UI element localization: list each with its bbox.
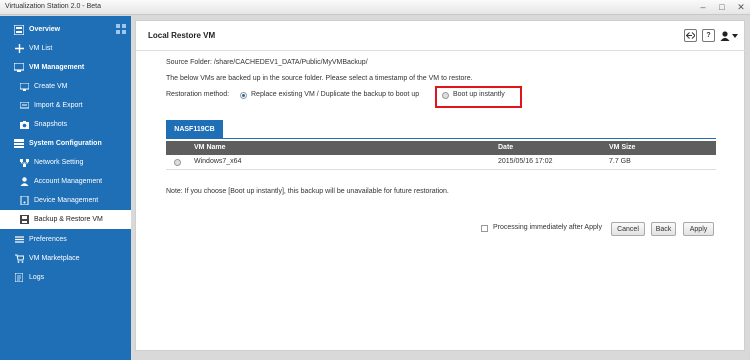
plus-icon bbox=[13, 43, 25, 55]
tab-underline bbox=[166, 138, 716, 139]
sidebar-item-network-setting[interactable]: Network Setting bbox=[0, 153, 131, 172]
close-button[interactable]: ✕ bbox=[736, 1, 746, 13]
sidebar-item-label: Logs bbox=[29, 274, 45, 281]
vm-table-header: VM Name Date VM Size bbox=[166, 141, 716, 155]
system-config-icon bbox=[13, 138, 25, 150]
maximize-button[interactable]: □ bbox=[717, 1, 727, 13]
sidebar-item-label: Account Management bbox=[34, 178, 103, 185]
processing-immediately-checkbox[interactable] bbox=[481, 225, 488, 232]
sidebar-item-create-vm[interactable]: Create VM bbox=[0, 77, 131, 96]
sidebar-item-label: VM List bbox=[29, 45, 53, 52]
sidebar: Overview VM List VM Management Create VM… bbox=[0, 16, 131, 360]
cell-vm-name: Windows7_x64 bbox=[194, 158, 242, 165]
sidebar-item-system-configuration[interactable]: System Configuration bbox=[0, 134, 131, 153]
header-actions: ? bbox=[684, 29, 738, 42]
sidebar-item-account-management[interactable]: Account Management bbox=[0, 172, 131, 191]
sidebar-item-label: Network Setting bbox=[34, 159, 84, 166]
sidebar-item-label: Device Management bbox=[34, 197, 99, 204]
window-controls: – □ ✕ bbox=[698, 1, 746, 13]
preferences-icon bbox=[13, 234, 25, 246]
restore-panel: Local Restore VM ? Source Folder: /share… bbox=[135, 20, 746, 351]
sidebar-item-device-management[interactable]: Device Management bbox=[0, 191, 131, 210]
sidebar-item-label: Preferences bbox=[29, 236, 67, 243]
sidebar-item-vm-marketplace[interactable]: VM Marketplace bbox=[0, 249, 131, 268]
grid-view-icon[interactable] bbox=[116, 24, 126, 34]
window-title: Virtualization Station 2.0 - Beta bbox=[5, 3, 101, 10]
help-icon[interactable]: ? bbox=[702, 29, 715, 42]
column-vm-size: VM Size bbox=[609, 144, 636, 151]
sidebar-item-preferences[interactable]: Preferences bbox=[0, 230, 131, 249]
device-icon bbox=[18, 195, 30, 207]
cancel-button[interactable]: Cancel bbox=[611, 222, 645, 236]
boot-up-instantly-label: Boot up instantly bbox=[453, 91, 505, 98]
backup-icon bbox=[18, 214, 30, 226]
note-text: Note: If you choose [Boot up instantly],… bbox=[166, 188, 449, 195]
column-vm-name: VM Name bbox=[194, 144, 226, 151]
sidebar-item-label: Backup & Restore VM bbox=[34, 216, 103, 223]
source-folder-text: Source Folder: /share/CACHEDEV1_DATA/Pub… bbox=[166, 59, 368, 66]
cell-vm-size: 7.7 GB bbox=[609, 158, 631, 165]
boot-up-instantly-radio[interactable] bbox=[442, 92, 449, 99]
snapshots-icon bbox=[18, 119, 30, 131]
sidebar-item-label: VM Marketplace bbox=[29, 255, 80, 262]
sidebar-item-import-export[interactable]: Import & Export bbox=[0, 96, 131, 115]
restoration-method-label: Restoration method: bbox=[166, 91, 230, 98]
table-row[interactable]: Windows7_x64 2015/05/16 17:02 7.7 GB bbox=[166, 155, 716, 170]
chevron-down-icon bbox=[732, 33, 738, 38]
page-title: Local Restore VM bbox=[148, 31, 216, 40]
panel-header: Local Restore VM ? bbox=[136, 21, 746, 51]
user-icon bbox=[720, 30, 730, 41]
tab-source-nas[interactable]: NASF119CB bbox=[166, 120, 223, 138]
back-button[interactable]: Back bbox=[651, 222, 676, 236]
sidebar-item-backup-restore-vm[interactable]: Backup & Restore VM bbox=[0, 210, 131, 229]
create-vm-icon bbox=[18, 81, 30, 93]
sidebar-item-vm-list[interactable]: VM List bbox=[0, 39, 131, 58]
replace-existing-radio[interactable] bbox=[240, 92, 247, 99]
sidebar-item-label: Import & Export bbox=[34, 102, 83, 109]
row-select-radio[interactable] bbox=[174, 159, 181, 166]
overview-icon bbox=[13, 24, 25, 36]
sidebar-item-logs[interactable]: Logs bbox=[0, 268, 131, 287]
replace-existing-label: Replace existing VM / Duplicate the back… bbox=[251, 91, 420, 98]
apply-button[interactable]: Apply bbox=[683, 222, 714, 236]
sidebar-item-overview[interactable]: Overview bbox=[0, 20, 131, 39]
sidebar-item-label: Overview bbox=[29, 26, 61, 33]
processing-immediately-label: Processing immediately after Apply bbox=[493, 224, 602, 231]
vm-management-icon bbox=[13, 62, 25, 74]
window-titlebar: Virtualization Station 2.0 - Beta – □ ✕ bbox=[0, 0, 750, 15]
logs-icon bbox=[13, 272, 25, 284]
user-menu[interactable] bbox=[720, 30, 738, 41]
cell-date: 2015/05/16 17:02 bbox=[498, 158, 553, 165]
sidebar-item-snapshots[interactable]: Snapshots bbox=[0, 115, 131, 134]
sidebar-item-label: VM Management bbox=[29, 64, 85, 71]
network-icon bbox=[18, 157, 30, 169]
column-date: Date bbox=[498, 144, 514, 151]
sidebar-item-label: System Configuration bbox=[29, 140, 102, 147]
account-icon bbox=[18, 176, 30, 188]
marketplace-icon bbox=[13, 253, 25, 265]
import-export-icon bbox=[18, 100, 30, 112]
back-navigation-icon[interactable] bbox=[684, 29, 697, 42]
sidebar-item-label: Snapshots bbox=[34, 121, 68, 128]
sidebar-item-vm-management[interactable]: VM Management bbox=[0, 58, 131, 77]
minimize-button[interactable]: – bbox=[698, 1, 708, 13]
description-text: The below VMs are backed up in the sourc… bbox=[166, 75, 473, 82]
sidebar-item-label: Create VM bbox=[34, 83, 68, 90]
